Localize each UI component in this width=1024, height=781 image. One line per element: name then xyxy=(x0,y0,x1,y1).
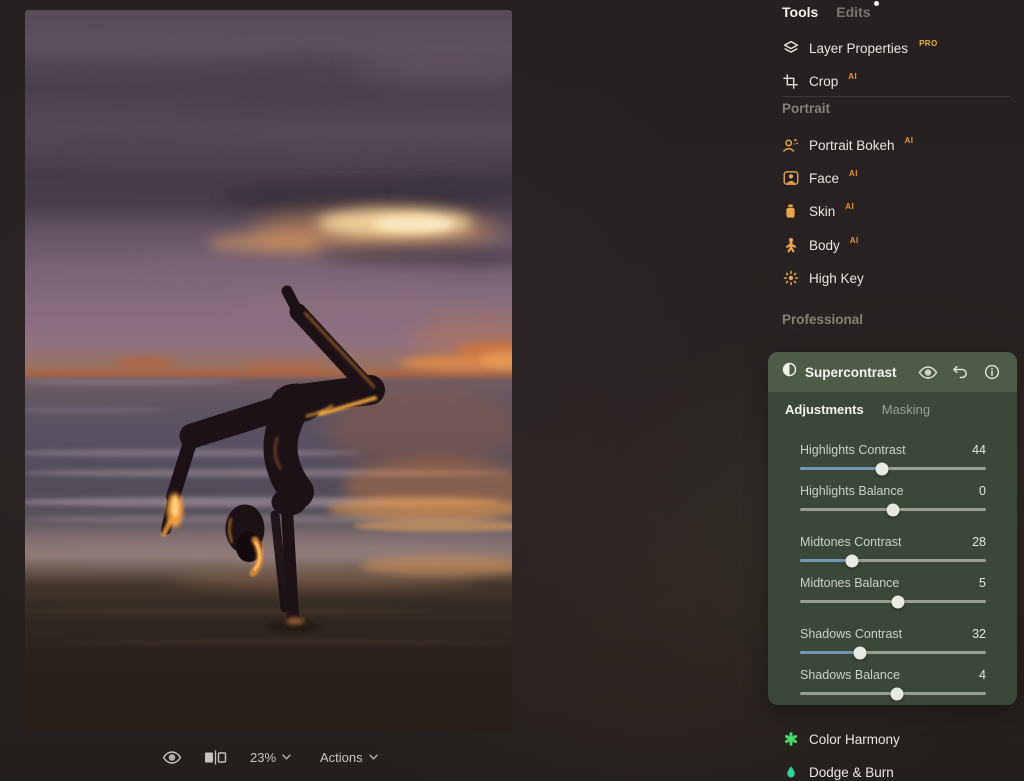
slider-highlights-contrast: Highlights Contrast 44 xyxy=(800,443,986,470)
slider-track[interactable] xyxy=(800,600,986,603)
item-label: Body xyxy=(809,238,840,253)
sidebar-item-color-harmony[interactable]: Color Harmony xyxy=(782,728,900,750)
sidebar-item-high-key[interactable]: High Key xyxy=(782,267,874,289)
panel-title: Supercontrast xyxy=(805,365,897,380)
slider-track[interactable] xyxy=(800,692,986,695)
slider-label: Highlights Balance xyxy=(800,484,904,499)
body-icon xyxy=(782,237,799,254)
slider-value: 5 xyxy=(979,576,986,591)
portrait-bokeh-icon xyxy=(782,137,799,154)
skin-icon xyxy=(782,203,799,220)
tab-adjustments[interactable]: Adjustments xyxy=(785,402,864,417)
slider-thumb[interactable] xyxy=(853,646,866,659)
zoom-level-value: 23% xyxy=(250,750,276,765)
contrast-icon xyxy=(782,362,797,382)
sidebar-item-layer-properties[interactable]: Layer Properties PRO xyxy=(782,37,938,59)
ai-badge: AI xyxy=(845,202,854,211)
slider-midtones-balance: Midtones Balance 5 xyxy=(800,576,986,603)
edits-notification-dot xyxy=(874,1,879,6)
supercontrast-panel: Supercontrast xyxy=(768,352,1017,705)
sidebar-item-skin[interactable]: Skin AI xyxy=(782,200,854,222)
panel-info-button[interactable] xyxy=(981,361,1003,383)
slider-shadows-contrast: Shadows Contrast 32 xyxy=(800,627,986,654)
slider-track[interactable] xyxy=(800,508,986,511)
ai-badge: AI xyxy=(849,169,858,178)
sidebar-divider xyxy=(782,96,1010,97)
slider-thumb[interactable] xyxy=(890,687,903,700)
color-harmony-icon xyxy=(782,731,799,748)
slider-value: 28 xyxy=(972,535,986,550)
slider-value: 44 xyxy=(972,443,986,458)
slider-highlights-balance: Highlights Balance 0 xyxy=(800,484,986,511)
face-icon xyxy=(782,170,799,187)
slider-thumb[interactable] xyxy=(887,503,900,516)
ai-badge: AI xyxy=(905,136,914,145)
slider-shadows-balance: Shadows Balance 4 xyxy=(800,668,986,695)
item-label: Layer Properties xyxy=(809,41,908,56)
item-label: Face xyxy=(809,171,839,186)
eye-icon xyxy=(162,750,182,765)
sidebar-tabs: Tools Edits xyxy=(782,4,871,26)
slider-track[interactable] xyxy=(800,559,986,562)
preview-toggle-button[interactable] xyxy=(162,743,182,771)
dodge-burn-icon xyxy=(782,764,799,781)
supercontrast-header[interactable]: Supercontrast xyxy=(768,352,1017,392)
ai-badge: AI xyxy=(850,236,859,245)
panel-visibility-button[interactable] xyxy=(917,361,939,383)
sun-glow xyxy=(207,209,512,267)
sidebar-item-dodge-burn[interactable]: Dodge & Burn xyxy=(782,761,894,781)
sidebar-item-crop[interactable]: Crop AI xyxy=(782,70,857,92)
item-label: Portrait Bokeh xyxy=(809,138,895,153)
slider-thumb[interactable] xyxy=(891,595,904,608)
photo-artwork xyxy=(25,10,512,733)
actions-dropdown[interactable]: Actions xyxy=(320,743,378,771)
panel-reset-button[interactable] xyxy=(949,361,971,383)
ai-badge: AI xyxy=(848,72,857,81)
section-title-professional: Professional xyxy=(782,312,863,330)
tab-edits[interactable]: Edits xyxy=(836,4,870,20)
tab-tools[interactable]: Tools xyxy=(782,4,818,20)
layers-icon xyxy=(782,40,799,57)
slider-value: 32 xyxy=(972,627,986,642)
slider-track[interactable] xyxy=(800,467,986,470)
item-label: Dodge & Burn xyxy=(809,765,894,780)
pro-badge: PRO xyxy=(919,39,938,48)
horizon-glow xyxy=(25,262,512,371)
slider-label: Shadows Contrast xyxy=(800,627,902,642)
high-key-icon xyxy=(782,270,799,287)
slider-label: Highlights Contrast xyxy=(800,443,906,458)
slider-label: Midtones Contrast xyxy=(800,535,901,550)
sky-clouds xyxy=(25,42,512,211)
slider-midtones-contrast: Midtones Contrast 28 xyxy=(800,535,986,562)
slider-value: 0 xyxy=(979,484,986,499)
section-title-portrait: Portrait xyxy=(782,101,830,119)
item-label: Color Harmony xyxy=(809,732,900,747)
slider-value: 4 xyxy=(979,668,986,683)
actions-label: Actions xyxy=(320,750,363,765)
slider-label: Shadows Balance xyxy=(800,668,900,683)
item-label: Crop xyxy=(809,74,838,89)
chevron-down-icon xyxy=(282,754,291,760)
crop-icon xyxy=(782,73,799,90)
panel-tabs: Adjustments Masking xyxy=(768,392,1017,426)
chevron-down-icon xyxy=(369,754,378,760)
item-label: Skin xyxy=(809,204,835,219)
sidebar-item-portrait-bokeh[interactable]: Portrait Bokeh AI xyxy=(782,134,913,156)
panel-body: Highlights Contrast 44 Highlights Balanc… xyxy=(768,426,1017,695)
tools-sidebar: Tools Edits Layer Properties PRO Crop xyxy=(768,0,1024,781)
photo-canvas[interactable] xyxy=(25,10,512,733)
slider-thumb[interactable] xyxy=(846,554,859,567)
slider-track[interactable] xyxy=(800,651,986,654)
compare-button[interactable] xyxy=(204,743,227,771)
slider-label: Midtones Balance xyxy=(800,576,899,591)
sidebar-item-face[interactable]: Face AI xyxy=(782,167,858,189)
viewer-toolbar: 23% Actions xyxy=(148,743,408,771)
app-window: 23% Actions Tools Edits xyxy=(0,0,1024,781)
sidebar-item-body[interactable]: Body AI xyxy=(782,234,859,256)
zoom-level-dropdown[interactable]: 23% xyxy=(250,743,291,771)
compare-icon xyxy=(204,750,227,765)
slider-thumb[interactable] xyxy=(875,462,888,475)
item-label: High Key xyxy=(809,271,864,286)
tab-masking[interactable]: Masking xyxy=(882,402,930,417)
